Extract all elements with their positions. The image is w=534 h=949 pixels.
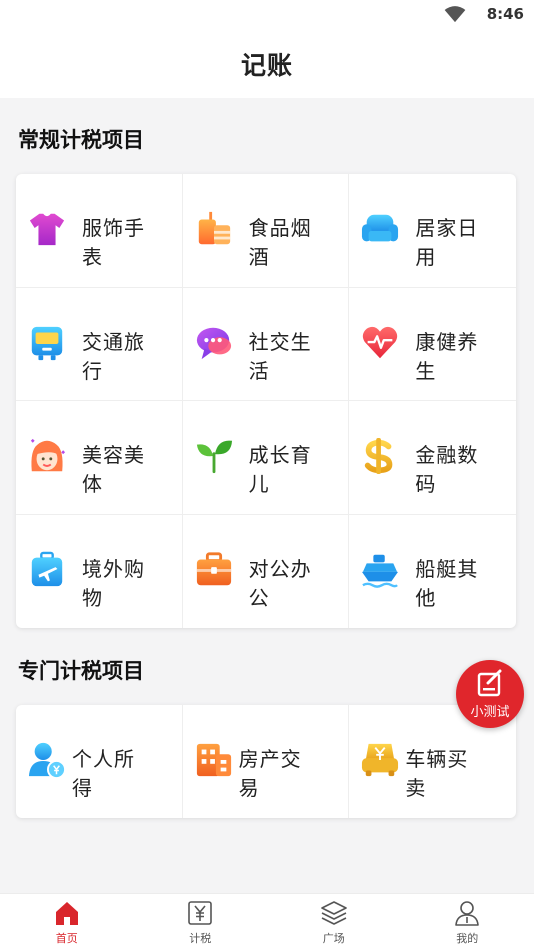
grid-item-ship[interactable]: 船艇其他 (349, 515, 516, 629)
user-icon (455, 901, 480, 926)
tab-label: 首页 (55, 932, 78, 945)
grid-item-beauty[interactable]: 美容美体 (16, 401, 183, 515)
tab-label: 我的 (456, 932, 479, 945)
grid-item-social[interactable]: 社交生活 (182, 287, 350, 401)
heart-pulse-icon (363, 326, 398, 358)
quick-test-label: 小测试 (470, 705, 510, 720)
tab-label: 计税 (189, 932, 212, 945)
grid-item-label: 船艇其他 (415, 556, 479, 610)
luggage-plane-icon (31, 551, 63, 586)
grid-item-transport[interactable]: 交通旅行 (16, 287, 183, 401)
grid-item-overseas[interactable]: 境外购物 (16, 514, 183, 628)
grid-item-label: 车辆买卖 (405, 747, 469, 800)
grid-item-label: 交通旅行 (82, 329, 145, 383)
special-items-grid: 个人所得 房产交易 车辆买卖 (16, 705, 516, 818)
dollar-icon (365, 437, 393, 475)
grid-item-clothing[interactable]: 服饰手表 (16, 174, 183, 288)
briefcase-icon (196, 551, 231, 585)
grid-item-property[interactable]: 房产交易 (183, 705, 350, 818)
tab-mine[interactable]: 我的 (401, 894, 534, 949)
grid-item-label: 对公办公 (248, 556, 312, 610)
quick-test-button[interactable]: 小测试 (456, 660, 524, 728)
grid-item-label: 服饰手表 (82, 216, 145, 269)
home-icon (55, 902, 78, 925)
grid-item-office[interactable]: 对公办公 (183, 514, 350, 628)
grid-item-label: 房产交易 (238, 747, 302, 800)
chat-bubble-icon (196, 327, 231, 359)
grid-item-label: 个人所得 (72, 747, 135, 800)
bottom-tab-bar: 首页 计税 广场 我的 (0, 893, 534, 949)
grid-item-label: 食品烟酒 (248, 216, 312, 269)
tab-home[interactable]: 首页 (0, 894, 134, 949)
person-yuan-icon (28, 742, 66, 779)
tshirt-icon (29, 213, 65, 246)
page-title: 记账 (240, 51, 293, 80)
tab-tax[interactable]: 计税 (134, 894, 268, 949)
woman-face-icon (30, 438, 66, 472)
grid-item-label: 境外购物 (82, 556, 145, 610)
edit-note-icon (477, 669, 502, 697)
grid-item-label: 美容美体 (82, 443, 145, 496)
sofa-icon (362, 214, 399, 242)
grid-item-label: 社交生活 (248, 329, 312, 383)
special-section-title: 专门计税项目 (18, 659, 144, 683)
grid-item-label: 居家日用 (415, 216, 479, 269)
ship-icon (362, 554, 399, 588)
grid-item-parenting[interactable]: 成长育儿 (182, 401, 350, 515)
tab-square[interactable]: 广场 (267, 894, 401, 949)
grid-item-label: 金融数码 (415, 443, 479, 496)
bus-icon (31, 326, 63, 360)
grid-item-personal-income[interactable]: 个人所得 (16, 705, 183, 818)
grid-item-label: 成长育儿 (248, 443, 312, 496)
grid-item-health[interactable]: 康健养生 (349, 288, 516, 401)
status-time: 8:46 (486, 5, 524, 23)
grid-item-finance[interactable]: 金融数码 (349, 401, 516, 515)
grid-item-home[interactable]: 居家日用 (349, 174, 516, 288)
grid-item-food[interactable]: 食品烟酒 (182, 174, 350, 288)
top-area: 8:46 记账 (0, 0, 534, 98)
food-drink-icon (198, 211, 230, 245)
building-icon (196, 743, 231, 777)
grid-item-label: 康健养生 (415, 329, 479, 383)
layers-icon (320, 901, 347, 925)
status-bar: 8:46 (0, 0, 534, 30)
regular-items-grid: 服饰手表 食品烟酒 居家日用 交通旅行 社交生活 康健养生 美容美体 成长育儿 … (16, 174, 516, 628)
yuan-box-icon (188, 901, 213, 925)
car-yuan-icon (362, 743, 399, 777)
sprout-icon (196, 440, 232, 474)
wifi-icon (444, 6, 466, 23)
regular-section-title: 常规计税项目 (18, 128, 144, 152)
tab-label: 广场 (322, 932, 345, 945)
